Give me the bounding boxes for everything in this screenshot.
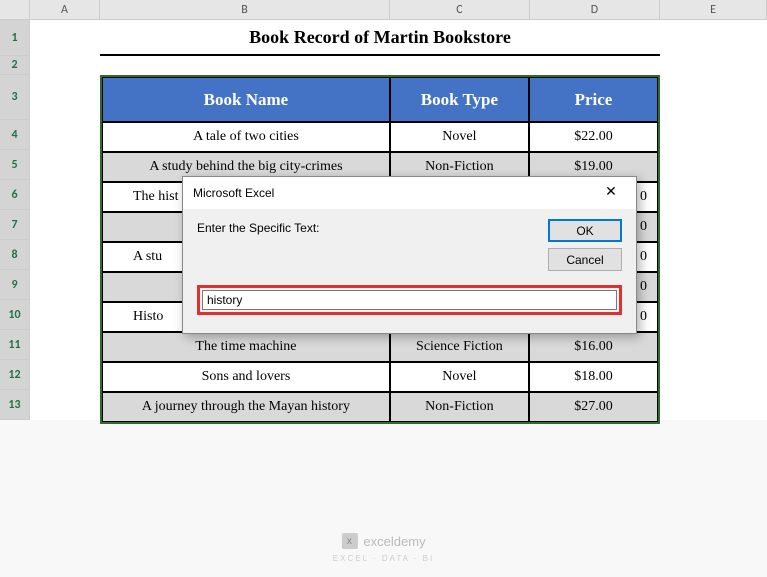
cell-price[interactable]: $22.00 [529, 122, 658, 152]
col-header-A[interactable]: A [30, 0, 100, 19]
row-header-10[interactable]: 10 [0, 300, 30, 330]
select-all-corner[interactable] [0, 0, 30, 19]
col-header-D[interactable]: D [530, 0, 660, 19]
cell-book-type[interactable]: Non-Fiction [390, 392, 529, 422]
dialog-titlebar[interactable]: Microsoft Excel ✕ [183, 177, 636, 209]
header-price[interactable]: Price [529, 77, 658, 122]
row-header-13[interactable]: 13 [0, 390, 30, 420]
cell-price[interactable]: $18.00 [529, 362, 658, 392]
row-header-6[interactable]: 6 [0, 180, 30, 210]
cell-book-name[interactable]: A journey through the Mayan history [102, 392, 390, 422]
column-headers: A B C D E [0, 0, 767, 20]
page-title[interactable]: Book Record of Martin Bookstore [100, 20, 660, 56]
cell-book-type[interactable]: Science Fiction [390, 332, 529, 362]
row-header-5[interactable]: 5 [0, 150, 30, 180]
col-header-B[interactable]: B [100, 0, 390, 19]
row-headers: 1 2 3 4 5 6 7 8 9 10 11 12 13 [0, 20, 30, 420]
input-dialog: Microsoft Excel ✕ Enter the Specific Tex… [182, 176, 637, 334]
table-row: Sons and lovers Novel $18.00 [102, 362, 658, 392]
close-icon[interactable]: ✕ [596, 183, 626, 203]
cell-book-name[interactable]: The time machine [102, 332, 390, 362]
col-header-E[interactable]: E [660, 0, 767, 19]
row-header-11[interactable]: 11 [0, 330, 30, 360]
table-row: The time machine Science Fiction $16.00 [102, 332, 658, 362]
cell-price[interactable]: $27.00 [529, 392, 658, 422]
cell-book-name[interactable]: A tale of two cities [102, 122, 390, 152]
dialog-input-highlight [197, 285, 622, 315]
watermark-text: exceldemy [363, 534, 425, 549]
cell-price[interactable]: $16.00 [529, 332, 658, 362]
row-header-1[interactable]: 1 [0, 20, 30, 56]
table-row: A journey through the Mayan history Non-… [102, 392, 658, 422]
watermark: x exceldemy [341, 533, 425, 549]
cancel-button[interactable]: Cancel [548, 248, 622, 271]
row-header-12[interactable]: 12 [0, 360, 30, 390]
header-book-name[interactable]: Book Name [102, 77, 390, 122]
table-header-row: Book Name Book Type Price [102, 77, 658, 122]
watermark-sub: EXCEL · DATA · BI [333, 554, 434, 563]
table-row: A tale of two cities Novel $22.00 [102, 122, 658, 152]
row-header-3[interactable]: 3 [0, 75, 30, 120]
row-header-8[interactable]: 8 [0, 240, 30, 270]
dialog-title-text: Microsoft Excel [193, 186, 274, 200]
cell-book-type[interactable]: Novel [390, 362, 529, 392]
col-header-C[interactable]: C [390, 0, 530, 19]
row-header-2[interactable]: 2 [0, 56, 30, 75]
watermark-icon: x [341, 533, 357, 549]
cell-book-type[interactable]: Novel [390, 122, 529, 152]
cell-book-name[interactable]: Sons and lovers [102, 362, 390, 392]
row-header-9[interactable]: 9 [0, 270, 30, 300]
specific-text-input[interactable] [202, 290, 617, 310]
ok-button[interactable]: OK [548, 219, 622, 242]
header-book-type[interactable]: Book Type [390, 77, 529, 122]
dialog-body: Enter the Specific Text: OK Cancel [183, 209, 636, 333]
row-header-4[interactable]: 4 [0, 120, 30, 150]
row-header-7[interactable]: 7 [0, 210, 30, 240]
